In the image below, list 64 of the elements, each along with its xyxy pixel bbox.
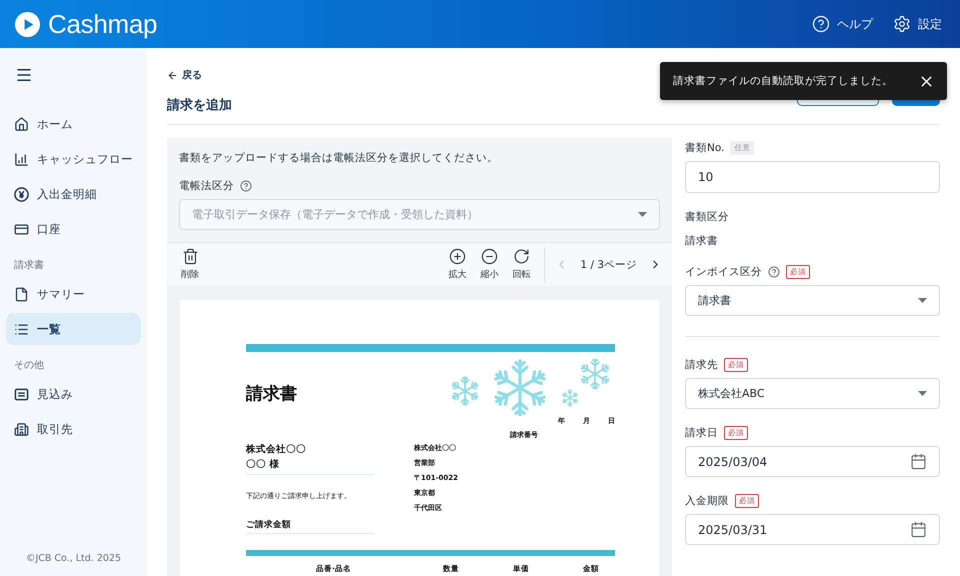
field-label: 電帳法区分: [179, 179, 234, 193]
nav-item[interactable]: 取引先: [6, 413, 141, 445]
list-board-icon: [14, 386, 29, 402]
nav-item[interactable]: 一覧: [6, 313, 141, 345]
select-field[interactable]: 請求書: [685, 285, 940, 316]
calendar-icon: [910, 521, 927, 538]
toolbar-button[interactable]: 拡大: [444, 248, 470, 281]
recipient-name: 〇〇 様: [246, 458, 280, 472]
caret-icon: [638, 212, 647, 217]
logo-text: Cashmap: [48, 8, 158, 40]
copyright: ©JCB Co., Ltd. 2025: [24, 553, 122, 564]
help-link[interactable]: ヘルプ: [812, 15, 873, 33]
document-icon: [14, 286, 29, 302]
toolbar-button[interactable]: 回転: [508, 248, 534, 281]
field-label: 書類区分: [685, 210, 729, 224]
logo-icon: [14, 10, 41, 38]
nav-item[interactable]: キャッシュフロー: [6, 143, 141, 175]
settings-link[interactable]: 設定: [893, 15, 942, 33]
rotate-icon: [512, 248, 530, 265]
list-icon: [14, 322, 29, 336]
amount-label: ご請求金額: [246, 519, 292, 531]
document-title: 請求書: [246, 383, 297, 406]
caret-icon: [918, 391, 927, 396]
zoom-out-icon: [480, 248, 498, 265]
zoom-in-icon: [448, 248, 466, 265]
back-link[interactable]: 戻る: [167, 68, 232, 82]
help-icon: [240, 180, 252, 192]
page-title: 請求を追加: [167, 97, 232, 114]
nav-item[interactable]: 入出金明細: [6, 178, 141, 210]
field-label: 書類No.: [685, 140, 724, 154]
field-value: 請求書: [685, 234, 719, 248]
nav-item[interactable]: 口座: [6, 213, 141, 245]
date-field[interactable]: 2025/03/31: [685, 514, 940, 545]
settings-icon: [893, 15, 911, 33]
arrow-left-icon: [167, 70, 178, 80]
calendar-icon: [910, 453, 927, 470]
field-label: 請求先: [685, 358, 718, 372]
home-icon: [14, 116, 29, 132]
nav-item[interactable]: ホーム: [6, 108, 141, 140]
text-field[interactable]: 10: [685, 161, 940, 193]
yen-circle-icon: [14, 186, 29, 202]
field-label: 入金期限: [685, 494, 729, 508]
recipient-company: 株式会社〇〇: [246, 443, 307, 457]
section-heading: 請求書: [13, 258, 45, 272]
menu-button[interactable]: [15, 66, 33, 84]
menu-icon: [15, 66, 33, 84]
nav-item[interactable]: サマリー: [6, 278, 141, 310]
field-label: 請求日: [685, 426, 718, 440]
field-label: インボイス区分: [685, 264, 762, 278]
caret-icon: [918, 298, 927, 303]
bar-chart-icon: [14, 152, 29, 166]
toolbar-button[interactable]: 削除: [177, 248, 203, 281]
help-icon: [812, 15, 830, 33]
select-field[interactable]: 株式会社ABC: [685, 378, 940, 409]
section-heading: その他: [13, 359, 45, 372]
building-icon: [14, 422, 29, 436]
trash-icon: [182, 248, 198, 265]
nav-item[interactable]: 見込み: [6, 378, 141, 410]
toolbar-button[interactable]: 縮小: [476, 248, 502, 281]
card-icon: [14, 222, 29, 236]
page-indicator: 1 / 3ページ: [580, 258, 637, 272]
date-field[interactable]: 2025/03/04: [685, 446, 940, 477]
toast-message: 請求書ファイルの自動読取が完了しました。: [673, 74, 894, 88]
instruction-text: 書類をアップロードする場合は電帳法区分を選択してください。: [179, 151, 499, 165]
